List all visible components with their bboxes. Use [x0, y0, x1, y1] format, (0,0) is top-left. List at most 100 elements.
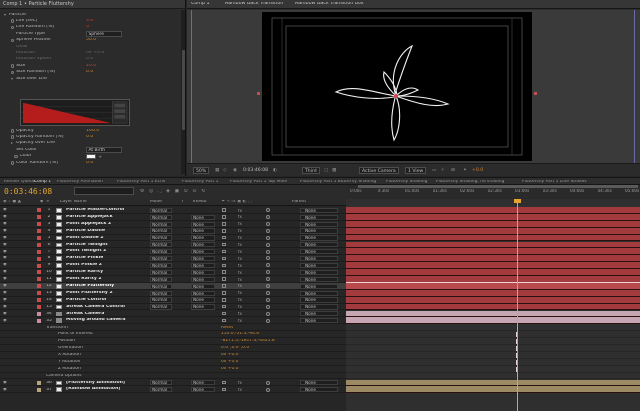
3d-layer-switch-icon[interactable] — [266, 311, 270, 316]
stopwatch-icon[interactable] — [10, 135, 15, 139]
label-color-swatch[interactable] — [37, 298, 41, 303]
camera-view-dropdown[interactable]: Active Camera — [359, 167, 399, 174]
stopwatch-icon[interactable] — [14, 154, 18, 159]
fx-property-value[interactable]: 20.0 — [86, 64, 96, 69]
3d-layer-switch-icon[interactable] — [266, 270, 270, 275]
color-swatch[interactable] — [86, 154, 96, 159]
shy-switch-icon[interactable] — [222, 222, 226, 226]
fx-property-value[interactable]: 0 — [86, 25, 89, 30]
fx-switch-icon[interactable]: fx — [238, 278, 242, 282]
parent-dropdown[interactable]: None — [300, 304, 338, 310]
3d-layer-switch-icon[interactable] — [266, 215, 270, 220]
label-color-swatch[interactable] — [37, 291, 41, 296]
visibility-eye-icon[interactable]: ◉ — [3, 229, 8, 233]
camera-property-row[interactable]: Position -8271.5,-1817.4,-4421.8 — [0, 338, 346, 345]
view-layout-dropdown[interactable]: 1 View — [405, 167, 427, 174]
handle-marker[interactable] — [534, 92, 537, 95]
blend-mode-dropdown[interactable]: Normal — [150, 380, 172, 386]
blend-mode-dropdown[interactable]: Normal — [150, 228, 172, 234]
layer-name[interactable]: Particle Control — [66, 298, 106, 303]
parent-dropdown[interactable]: None — [300, 269, 338, 276]
3d-layer-switch-icon[interactable] — [266, 208, 270, 213]
label-color-swatch[interactable] — [37, 263, 41, 268]
label-color-swatch[interactable] — [37, 270, 41, 275]
layer-name[interactable]: Particle Fluttershy — [66, 284, 114, 289]
shy-switch-icon[interactable] — [222, 284, 226, 288]
layer-duration-bar[interactable] — [346, 227, 640, 235]
layer-row[interactable]: ◉ 6 Particle Twilight Normal None fx None — [0, 242, 346, 249]
fast-preview-icon[interactable]: ⚡ — [441, 167, 444, 174]
label-color-swatch[interactable] — [37, 215, 41, 220]
shy-switch-icon[interactable] — [222, 235, 226, 240]
camera-property-row[interactable]: Camera Options — [0, 373, 346, 380]
3d-layer-switch-icon[interactable] — [266, 263, 270, 268]
fx-switch-icon[interactable]: fx — [238, 257, 242, 261]
label-color-swatch[interactable] — [37, 387, 41, 392]
parent-dropdown[interactable]: None — [300, 235, 338, 241]
layer-search-input[interactable] — [74, 187, 134, 195]
col-parent[interactable]: Parent — [292, 200, 306, 204]
fx-switch-icon[interactable]: fx — [238, 319, 242, 323]
3d-layer-switch-icon[interactable] — [266, 256, 270, 261]
stopwatch-icon[interactable] — [10, 129, 15, 133]
layer-row[interactable]: ◉ 35 Moving around camera fx None — [0, 317, 346, 325]
stopwatch-icon[interactable] — [10, 25, 15, 30]
col-trkmat[interactable]: TrkMat — [192, 200, 207, 204]
layer-row[interactable]: ◉ 8 Particle Pinkie Normal None fx None — [0, 255, 346, 263]
blend-mode-dropdown[interactable]: Normal — [150, 283, 172, 289]
track-matte-dropdown[interactable]: None — [191, 242, 215, 248]
tab-comp-1[interactable]: Comp 1 — [34, 180, 51, 184]
track-matte-dropdown[interactable]: None — [191, 276, 215, 282]
blend-mode-dropdown[interactable]: Normal — [150, 387, 172, 393]
parent-dropdown[interactable]: None — [300, 242, 338, 248]
shy-switch-icon[interactable] — [222, 298, 226, 302]
property-value[interactable]: 0.0°,0.0°,0.0° — [221, 346, 251, 350]
layer-name[interactable]: Streak Camera Control — [66, 305, 125, 310]
visibility-eye-icon[interactable]: ◉ — [3, 215, 8, 219]
layer-duration-bar[interactable] — [346, 248, 640, 256]
fx-switch-icon[interactable]: fx — [238, 250, 242, 254]
track-matte-dropdown[interactable]: None — [191, 256, 215, 262]
fx-switch-icon[interactable]: fx — [238, 298, 242, 302]
3d-layer-switch-icon[interactable] — [266, 304, 270, 309]
layer-duration-bar[interactable] — [346, 317, 640, 325]
stopwatch-icon[interactable] — [10, 38, 15, 43]
layer-name[interactable]: Point Fluttershy 2 — [66, 291, 113, 296]
3d-layer-switch-icon[interactable] — [266, 221, 270, 226]
fx-switch-icon[interactable]: fx — [238, 271, 242, 275]
tab-fluttershy-part1-echo[interactable]: Fluttershy Part 1 Echo — [117, 180, 165, 184]
layer-name[interactable]: Streak Camera — [66, 312, 104, 317]
property-track[interactable] — [346, 324, 640, 332]
shy-switch-icon[interactable] — [222, 318, 226, 323]
layer-row[interactable]: ◉ 14 Particle Control Normal None fx None — [0, 297, 346, 304]
shy-switch-icon[interactable] — [222, 304, 226, 309]
comp-frame[interactable] — [262, 12, 532, 161]
fx-row[interactable]: Size over Life — [0, 76, 180, 82]
visibility-eye-icon[interactable]: ◉ — [3, 381, 8, 385]
time-ruler[interactable]: 0:00s 0:30s 01:00s 01:30s 02:00s 02:30s 03:00s… — [346, 185, 640, 199]
blend-mode-dropdown[interactable]: Normal — [150, 297, 172, 303]
layer-name[interactable]: [Fluttershy Animation] — [66, 381, 125, 386]
exposure-value[interactable]: +0.0 — [472, 167, 483, 174]
layer-duration-bar[interactable] — [346, 213, 640, 221]
timeline-switch-icons[interactable]: ⚙ ◎ ⛶ ◈ ▣ ⏱ ⊙ ⟲ — [140, 189, 205, 194]
tab-fluttershy-part1[interactable]: Fluttershy Part 1 — [182, 180, 218, 184]
fx-property-value[interactable]: 50.0 — [86, 38, 96, 43]
flowchart-icon[interactable]: ⊞ — [451, 167, 455, 174]
fx-property-value[interactable]: 3.0 — [86, 19, 93, 24]
label-color-swatch[interactable] — [37, 380, 41, 385]
blend-mode-dropdown[interactable]: Normal — [150, 235, 172, 241]
parent-dropdown[interactable]: None — [300, 297, 338, 303]
layer-row[interactable]: ◉ 37 [Rainbow Animation] Normal None fx None — [0, 386, 346, 394]
layer-duration-bar[interactable] — [346, 255, 640, 263]
blend-mode-dropdown[interactable]: Normal — [150, 262, 172, 269]
resolution-dropdown[interactable]: Third — [302, 167, 320, 174]
shy-switch-icon[interactable] — [222, 277, 226, 281]
label-color-swatch[interactable] — [37, 222, 41, 227]
property-track[interactable] — [346, 338, 640, 345]
layer-row[interactable]: ◉ 3 Point Applejack 2 Normal None fx None — [0, 221, 346, 228]
fx-property-dropdown[interactable]: At Birth — [86, 147, 122, 154]
parent-dropdown[interactable]: None — [300, 221, 338, 227]
label-color-swatch[interactable] — [37, 256, 41, 261]
shy-switch-icon[interactable] — [222, 270, 226, 274]
